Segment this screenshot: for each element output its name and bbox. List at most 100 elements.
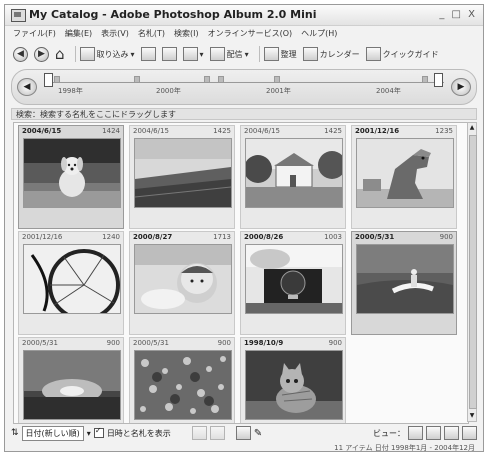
title-bar[interactable]: My Catalog - Adobe Photoshop Album 2.0 M… xyxy=(5,5,483,26)
menu-file[interactable]: ファイル(F) xyxy=(13,28,56,39)
status-bar: 11 アイテム 日付 1998年1月 - 2004年12月 xyxy=(334,444,475,452)
scroll-thumb[interactable] xyxy=(469,135,477,409)
photo-cell[interactable]: 2000/5/31 900 xyxy=(18,337,124,423)
timeline-track[interactable]: 1998年 2000年 2001年 2004年 xyxy=(44,73,444,95)
app-icon xyxy=(11,9,26,22)
photo-date: 2000/8/26 xyxy=(244,233,284,241)
view-large-icon[interactable] xyxy=(444,426,459,440)
photo-cell[interactable]: 2001/12/16 1235 xyxy=(351,125,457,229)
home-icon[interactable]: ⌂ xyxy=(55,47,65,62)
vertical-scrollbar[interactable]: ▲ ▼ xyxy=(467,122,477,422)
chevron-down-icon[interactable]: ▾ xyxy=(87,429,91,438)
organize-icon xyxy=(263,47,279,61)
timeline-year: 1998年 xyxy=(58,87,83,95)
print-icon xyxy=(182,47,198,61)
print-button[interactable]: ▾ xyxy=(182,47,204,61)
find-bar[interactable]: 検索：検索する名札をここにドラッグします xyxy=(11,108,477,120)
scroll-down-icon[interactable]: ▼ xyxy=(468,411,476,421)
photo-date: 2000/5/31 xyxy=(133,339,169,347)
photo-cell[interactable]: 2004/6/15 1424 xyxy=(18,125,124,229)
photo-time: 900 xyxy=(106,339,120,347)
view-label: ビュー： xyxy=(373,428,405,438)
share-button[interactable]: 配信 ▾ xyxy=(209,47,249,61)
menu-online[interactable]: オンラインサービス(O) xyxy=(208,28,293,39)
photo-cell[interactable]: 2000/8/26 1003 xyxy=(240,231,346,335)
menu-bar: ファイル(F) 編集(E) 表示(V) 名札(T) 検索(I) オンラインサービ… xyxy=(5,26,488,40)
slideshow-icon[interactable] xyxy=(161,47,177,61)
toolbar-separator xyxy=(74,46,76,62)
photo-thumbnail-cat xyxy=(245,350,343,420)
import-button[interactable]: 取り込み ▾ xyxy=(79,47,135,61)
photo-date: 2000/5/31 xyxy=(22,339,58,347)
timeline[interactable]: ◀ 1998年 2000年 2001年 2004年 ▶ xyxy=(11,69,477,105)
show-details-checkbox[interactable] xyxy=(93,426,104,438)
photo-cell[interactable]: 1998/10/9 900 xyxy=(240,337,346,423)
photo-thumbnail-dog xyxy=(23,138,121,208)
sort-icon: ⇅ xyxy=(11,428,19,438)
photo-thumbnail-dinosaur xyxy=(356,138,454,208)
quickguide-button[interactable]: クイックガイド xyxy=(365,47,439,61)
photo-date: 1998/10/9 xyxy=(244,339,284,347)
photo-thumbnail-sunset xyxy=(23,350,121,420)
timeline-bar xyxy=(54,76,60,83)
photo-date: 2000/8/27 xyxy=(133,233,173,241)
forward-icon[interactable]: ▶ xyxy=(34,46,49,62)
photo-thumbnail-house xyxy=(245,138,343,208)
pen-icon[interactable]: ✎ xyxy=(254,428,262,439)
timeline-bar xyxy=(134,76,140,83)
menu-tags[interactable]: 名札(T) xyxy=(138,28,165,39)
photo-cell[interactable]: 2000/8/27 1713 xyxy=(129,231,235,335)
photo-cell[interactable]: 2004/6/15 1425 xyxy=(129,125,235,229)
photo-date: 2004/6/15 xyxy=(22,127,62,135)
thumbnail-size-icon[interactable] xyxy=(235,426,251,440)
photo-date: 2004/6/15 xyxy=(244,127,280,135)
scroll-up-icon[interactable]: ▲ xyxy=(468,123,476,133)
photo-thumbnail-baby xyxy=(134,244,232,314)
import-label: 取り込み xyxy=(96,49,129,59)
photo-time: 1713 xyxy=(213,233,231,241)
view-small-icon[interactable] xyxy=(408,426,423,440)
quickguide-label: クイックガイド xyxy=(382,49,439,59)
rotate-left-icon[interactable] xyxy=(191,426,207,440)
menu-help[interactable]: ヘルプ(H) xyxy=(301,28,337,39)
back-icon[interactable]: ◀ xyxy=(13,46,28,62)
timeline-start-handle[interactable] xyxy=(44,73,53,87)
photo-time: 900 xyxy=(439,233,453,241)
photo-thumbnail-train xyxy=(245,244,343,314)
chevron-down-icon: ▾ xyxy=(130,49,135,59)
photo-cell[interactable]: 2001/12/16 1240 xyxy=(18,231,124,335)
photo-thumbnail-field xyxy=(134,138,232,208)
window-title: My Catalog - Adobe Photoshop Album 2.0 M… xyxy=(29,8,317,21)
menu-view[interactable]: 表示(V) xyxy=(101,28,129,39)
fix-photo-icon[interactable] xyxy=(140,47,156,61)
timeline-year: 2000年 xyxy=(156,87,181,95)
quickguide-icon xyxy=(365,47,381,61)
timeline-end-handle[interactable] xyxy=(434,73,443,87)
rotate-right-icon[interactable] xyxy=(209,426,225,440)
photo-date: 2000/5/31 xyxy=(355,233,395,241)
app-window: My Catalog - Adobe Photoshop Album 2.0 M… xyxy=(4,4,484,452)
menu-find[interactable]: 検索(I) xyxy=(174,28,199,39)
timeline-left-icon[interactable]: ◀ xyxy=(17,78,37,96)
sort-dropdown[interactable]: 日付(新しい順) xyxy=(21,425,84,441)
menu-edit[interactable]: 編集(E) xyxy=(65,28,92,39)
toolbar: ◀ ▶ ⌂ 取り込み ▾ ▾ 配信 ▾ 整理 カレンダー クイックガイド xyxy=(5,42,483,66)
view-grid-icon[interactable] xyxy=(426,426,441,440)
timeline-year: 2004年 xyxy=(376,87,401,95)
chevron-down-icon: ▾ xyxy=(244,49,249,59)
view-single-icon[interactable] xyxy=(462,426,477,440)
timeline-bar xyxy=(218,76,224,83)
photo-cell[interactable]: 2000/5/31 900 xyxy=(351,231,457,335)
photo-date: 2004/6/15 xyxy=(133,127,169,135)
toolbar-separator xyxy=(258,46,260,62)
photo-time: 1240 xyxy=(102,233,120,241)
organize-button[interactable]: 整理 xyxy=(263,47,297,61)
timeline-bar xyxy=(422,76,428,83)
photo-cell[interactable]: 2000/5/31 900 xyxy=(129,337,235,423)
calendar-button[interactable]: カレンダー xyxy=(302,47,360,61)
photo-cell[interactable]: 2004/6/15 1425 xyxy=(240,125,346,229)
timeline-right-icon[interactable]: ▶ xyxy=(451,78,471,96)
window-controls[interactable]: _ □ X xyxy=(439,9,477,20)
photo-time: 1425 xyxy=(324,127,342,135)
photo-thumbnail-jetski xyxy=(356,244,454,314)
